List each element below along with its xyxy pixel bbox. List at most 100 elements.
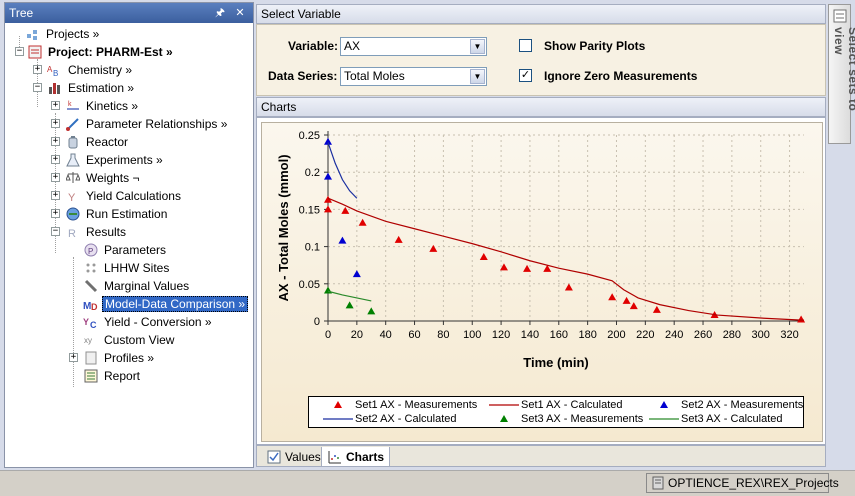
tree-item-label: Run Estimation — [86, 207, 168, 221]
data-point — [341, 206, 350, 214]
legend-entry: Set1 AX - Calculated — [487, 399, 623, 411]
tree-item-custom-view[interactable]: xy Custom View — [83, 331, 176, 349]
legend-label: Set2 AX - Measurements — [681, 399, 804, 411]
chart-legend: Set1 AX - Measurements Set1 AX - Calculat… — [308, 396, 804, 428]
data-point — [622, 296, 631, 304]
x-tick-label: 20 — [351, 329, 363, 341]
legend-label: Set3 AX - Calculated — [681, 413, 783, 425]
tree-item-lhhw-sites[interactable]: LHHW Sites — [83, 259, 171, 277]
expand-icon[interactable]: + — [51, 137, 60, 146]
ignore-zero-label: Ignore Zero Measurements — [544, 69, 698, 83]
expand-icon[interactable]: + — [51, 173, 60, 182]
x-tick-label: 100 — [463, 329, 481, 341]
select-sets-side-tab[interactable]: Select sets to view — [828, 4, 855, 144]
yield-conversion-icon: YC — [83, 314, 99, 330]
svg-text:Y: Y — [83, 317, 89, 327]
tree-item-parameters[interactable]: P Parameters — [83, 241, 168, 259]
charts-panel: 0 0.05 0.1 0.15 0.2 0.25 0 20 40 60 80 100 120 140 160… — [256, 117, 826, 445]
data-point — [479, 253, 488, 261]
data-series-value: Total Moles — [344, 69, 405, 83]
chevron-down-icon[interactable]: ▼ — [470, 39, 485, 54]
ignore-zero-checkbox[interactable]: ✓ — [519, 69, 532, 82]
legend-entry: Set3 AX - Measurements — [487, 413, 643, 425]
legend-marker-swatch — [660, 401, 668, 408]
tree-item-label: Experiments » — [86, 153, 163, 167]
x-tick-label: 260 — [694, 329, 712, 341]
tree-item-projects[interactable]: Projects » — [25, 25, 101, 43]
x-tick-label: 200 — [607, 329, 625, 341]
tree-item-label: Projects » — [46, 27, 100, 41]
y-tick-label: 0.2 — [305, 167, 320, 179]
expand-icon[interactable]: + — [51, 155, 60, 164]
select-sets-label: Select sets to view — [832, 27, 855, 112]
data-series-label: Data Series: — [268, 69, 338, 83]
data-point — [358, 218, 367, 226]
collapse-icon[interactable]: − — [15, 47, 24, 56]
pin-icon[interactable]: 🖈 — [213, 6, 227, 20]
tree-item-results[interactable]: R Results — [65, 223, 128, 241]
variable-label: Variable: — [288, 39, 339, 53]
expand-icon[interactable]: + — [51, 191, 60, 200]
legend-label: Set1 AX - Measurements — [355, 399, 478, 411]
collapse-icon[interactable]: − — [51, 227, 60, 236]
x-tick-label: 300 — [752, 329, 770, 341]
sets-icon — [832, 8, 848, 24]
parameters-icon: P — [83, 242, 99, 258]
tree-item-label: Estimation » — [68, 81, 135, 95]
chart: 0 0.05 0.1 0.15 0.2 0.25 0 20 40 60 80 100 120 140 160… — [276, 130, 806, 370]
chart-frame: 0 0.05 0.1 0.15 0.2 0.25 0 20 40 60 80 100 120 140 160… — [261, 122, 823, 442]
collapse-icon[interactable]: − — [33, 83, 42, 92]
svg-text:xy: xy — [84, 336, 92, 345]
tree-item-report[interactable]: Report — [83, 367, 142, 385]
tree-item-yield-calculations[interactable]: Y Yield Calculations — [65, 187, 183, 205]
tree-item-estimation[interactable]: Estimation » — [47, 79, 136, 97]
tree-item-chemistry[interactable]: AB Chemistry » — [47, 61, 134, 79]
tree-item-model-data-comparison[interactable]: MD Model-Data Comparison » — [83, 295, 249, 313]
tree-item-label: Marginal Values — [104, 279, 190, 293]
series-line-4 — [327, 142, 358, 199]
chemistry-icon: AB — [47, 62, 63, 78]
tree-item-label: Parameters — [104, 243, 167, 257]
reactor-icon — [65, 134, 81, 150]
tree-item-reactor[interactable]: Reactor — [65, 133, 130, 151]
tree-item-marginal-values[interactable]: Marginal Values — [83, 277, 191, 295]
tree-item-label: Yield Calculations — [86, 189, 181, 203]
close-icon[interactable]: ✕ — [233, 6, 247, 20]
legend-entry: Set2 AX - Calculated — [321, 413, 457, 425]
kinetics-icon: k — [65, 98, 81, 114]
expand-icon[interactable]: + — [51, 119, 60, 128]
y-tick-label: 0 — [314, 316, 320, 328]
x-tick-label: 220 — [636, 329, 654, 341]
x-tick-label: 40 — [380, 329, 392, 341]
tree-item-parameter-relationships[interactable]: Parameter Relationships » — [65, 115, 229, 133]
server-icon — [651, 475, 665, 491]
legend-line-swatch — [323, 418, 353, 420]
tab-values[interactable]: Values — [261, 447, 326, 467]
expand-icon[interactable]: + — [33, 65, 42, 74]
marginal-icon — [83, 278, 99, 294]
variable-dropdown[interactable]: AX ▼ — [340, 37, 487, 56]
y-tick-label: 0.25 — [299, 130, 320, 142]
tree-item-run-estimation[interactable]: Run Estimation — [65, 205, 169, 223]
tree-item-project[interactable]: Project: PHARM-Est » — [27, 43, 175, 61]
expand-icon[interactable]: + — [69, 353, 78, 362]
data-point — [345, 301, 354, 309]
data-series-dropdown[interactable]: Total Moles ▼ — [340, 67, 487, 86]
tree-item-experiments[interactable]: Experiments » — [65, 151, 165, 169]
legend-label: Set1 AX - Calculated — [521, 399, 623, 411]
tree-item-weights[interactable]: Weights ¬ — [65, 169, 141, 187]
chevron-down-icon[interactable]: ▼ — [470, 69, 485, 84]
tab-charts[interactable]: Charts — [321, 447, 391, 467]
series-line-2 — [327, 197, 805, 321]
svg-text:R: R — [68, 228, 76, 239]
chart-icon — [327, 449, 343, 465]
tree-item-kinetics[interactable]: k Kinetics » — [65, 97, 140, 115]
show-parity-checkbox[interactable] — [519, 39, 532, 52]
tree-item-yield-conversion[interactable]: YC Yield - Conversion » — [83, 313, 214, 331]
svg-text:Y: Y — [68, 192, 76, 203]
svg-text:B: B — [53, 69, 58, 77]
tree-item-profiles[interactable]: Profiles » — [83, 349, 156, 367]
expand-icon[interactable]: + — [51, 101, 60, 110]
expand-icon[interactable]: + — [51, 209, 60, 218]
charts-header: Charts — [256, 97, 826, 117]
